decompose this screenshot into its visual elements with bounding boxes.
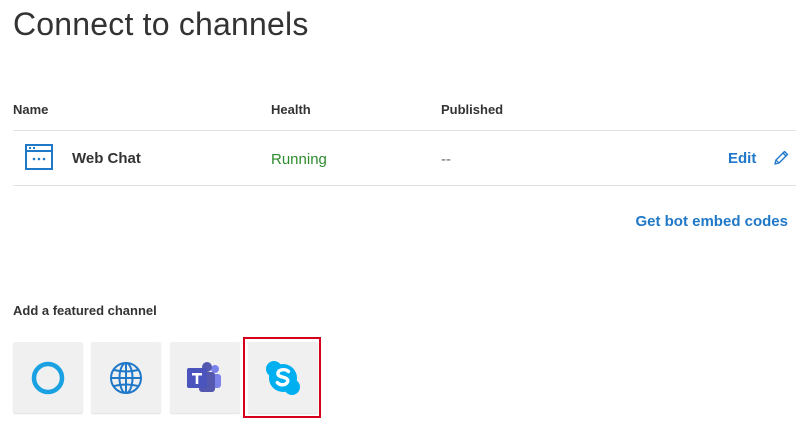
skype-icon bbox=[266, 360, 300, 395]
table-row-divider bbox=[13, 185, 796, 186]
featured-channel-label: Add a featured channel bbox=[13, 303, 157, 318]
channel-tile-teams[interactable] bbox=[170, 342, 240, 413]
channel-tile-skype[interactable] bbox=[248, 342, 318, 413]
table-row-web-chat: Web Chat Running -- Edit bbox=[13, 131, 796, 185]
channel-health-status: Running bbox=[271, 151, 327, 168]
edit-link[interactable]: Edit bbox=[728, 150, 756, 167]
column-header-health: Health bbox=[271, 102, 311, 117]
get-bot-embed-codes-link[interactable]: Get bot embed codes bbox=[635, 213, 788, 230]
channel-published: -- bbox=[441, 151, 451, 168]
channel-tile-cortana[interactable] bbox=[13, 342, 83, 413]
web-globe-icon bbox=[110, 361, 142, 394]
channels-table-header: Name Health Published bbox=[13, 102, 796, 118]
pencil-icon[interactable] bbox=[772, 149, 790, 167]
column-header-published: Published bbox=[441, 102, 504, 117]
teams-icon bbox=[187, 361, 221, 392]
web-chat-icon bbox=[25, 144, 53, 170]
channel-name: Web Chat bbox=[72, 150, 141, 167]
page-title: Connect to channels bbox=[13, 6, 309, 42]
column-header-name: Name bbox=[13, 102, 49, 117]
channel-tile-web[interactable] bbox=[91, 342, 161, 413]
cortana-icon bbox=[31, 361, 65, 394]
connect-to-channels-page: Connect to channels Name Health Publishe… bbox=[0, 0, 800, 441]
